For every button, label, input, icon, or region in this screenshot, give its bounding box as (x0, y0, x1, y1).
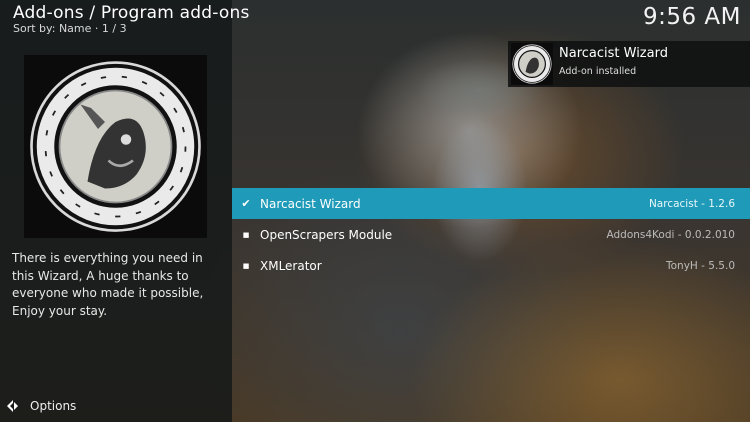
addon-name: OpenScrapers Module (260, 227, 393, 242)
list-item[interactable]: ■ OpenScrapers Module Addons4Kodi - 0.0.… (232, 219, 750, 250)
addon-meta: Narcacist - 1.2.6 (648, 197, 735, 210)
clock: 9:56 AM (642, 4, 741, 30)
narcacist-logo-icon (30, 61, 201, 232)
installed-check-icon: ✔ (241, 197, 251, 210)
options-icon (7, 400, 18, 412)
addon-list: ✔ Narcacist Wizard Narcacist - 1.2.6 ■ O… (232, 188, 750, 281)
notification-title: Narcacist Wizard (559, 46, 668, 61)
addon-thumbnail (24, 55, 207, 238)
narcacist-logo-icon (512, 44, 552, 84)
addon-meta: TonyH - 5.5.0 (666, 259, 735, 272)
bullet-icon: ■ (242, 261, 250, 270)
bullet-icon: ■ (242, 230, 250, 239)
addon-name: XMLerator (260, 258, 322, 273)
notification-subtitle: Add-on installed (559, 66, 637, 77)
sort-info: Sort by: Name · 1 / 3 (13, 22, 127, 35)
addon-name: Narcacist Wizard (260, 196, 361, 211)
options-label: Options (30, 399, 77, 413)
list-item[interactable]: ✔ Narcacist Wizard Narcacist - 1.2.6 (232, 188, 750, 219)
options-button[interactable]: Options (6, 399, 76, 413)
notification-toast: Narcacist Wizard Add-on installed (508, 41, 750, 87)
notification-thumbnail (511, 43, 553, 85)
addon-meta: Addons4Kodi - 0.0.2.010 (606, 228, 736, 241)
list-item[interactable]: ■ XMLerator TonyH - 5.5.0 (232, 250, 750, 281)
page-title: Add-ons / Program add-ons (13, 3, 250, 23)
details-panel: There is everything you need in this Wiz… (0, 0, 232, 422)
addon-description: There is everything you need in this Wiz… (12, 251, 204, 318)
